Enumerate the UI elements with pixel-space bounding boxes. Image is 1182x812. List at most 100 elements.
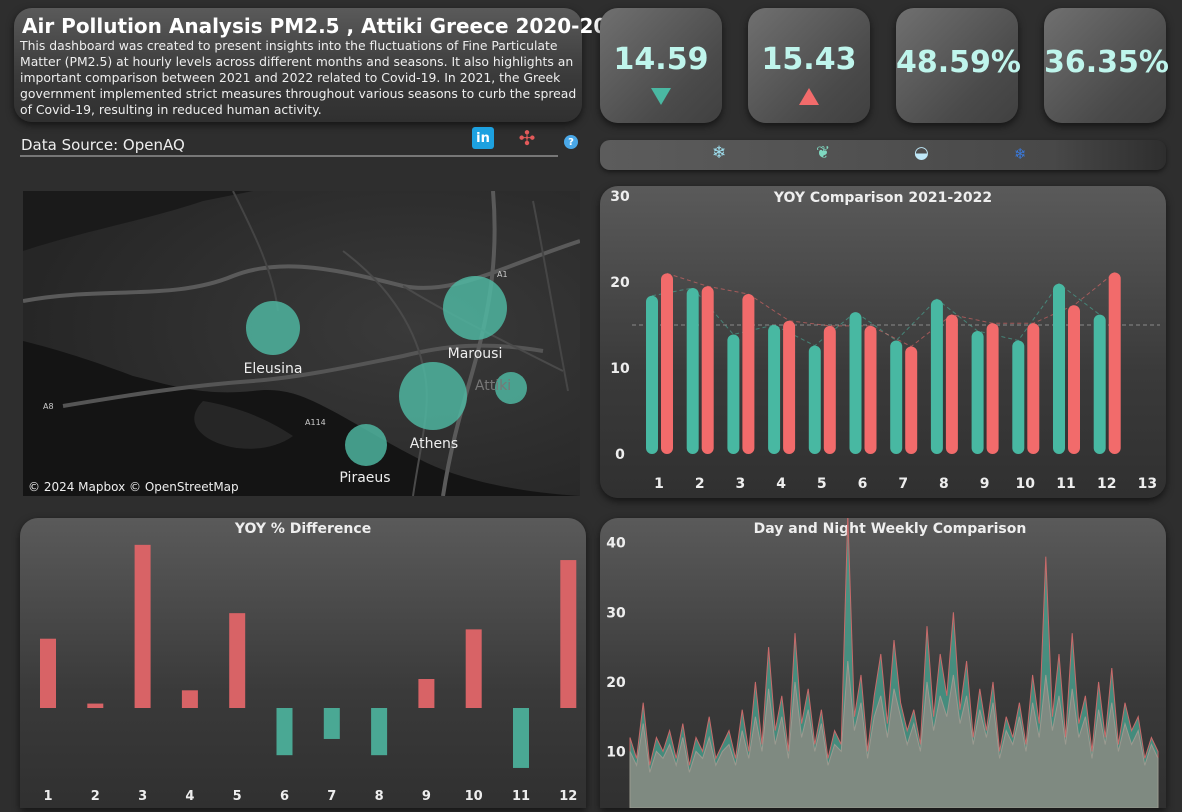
yoy-bar-2022[interactable]	[1108, 272, 1121, 454]
map-canvas[interactable]: A1 A8 A114 Eleusina Marousi Athens Attik…	[23, 191, 580, 496]
city-bubble-athens[interactable]	[399, 362, 467, 430]
city-bubble-marousi[interactable]	[443, 276, 507, 340]
snowflake-icon[interactable]: ❄	[712, 143, 726, 163]
intro-card: Air Pollution Analysis PM2.5 , Attiki Gr…	[14, 8, 635, 122]
diff-bar[interactable]	[323, 708, 340, 739]
yoy-bar-2021[interactable]	[768, 325, 781, 454]
city-bubble-piraeus[interactable]	[345, 424, 387, 466]
yoy-bar-2022[interactable]	[823, 325, 836, 454]
yoy-comparison-card: YOY Comparison 2021-2022 0 10 20 30 1 2 3 4 5 6 7 8…	[600, 186, 1166, 498]
diff-bar[interactable]	[276, 708, 293, 756]
x-tick-label: 6	[280, 789, 289, 804]
yoy-bar-2021[interactable]	[1012, 340, 1025, 454]
city-label-piraeus: Piraeus	[339, 470, 390, 486]
trend-up-icon	[799, 88, 819, 105]
yoy-bar-2022[interactable]	[1068, 305, 1080, 454]
yoy-bar-2021[interactable]	[727, 334, 740, 454]
yoy-bar-2021[interactable]	[646, 295, 658, 454]
yoy-comparison-chart[interactable]: YOY Comparison 2021-2022 01020301 2 3 4 5 6 7 8…	[600, 186, 1166, 498]
x-tick-label: 6	[858, 476, 868, 492]
city-bubble-eleusina[interactable]	[246, 301, 300, 355]
kpi-value: 36.35%	[1044, 45, 1169, 80]
trend-down-icon	[651, 88, 671, 105]
city-label-athens: Athens	[410, 436, 458, 452]
diff-bar[interactable]	[87, 703, 104, 708]
x-tick-label: 9	[422, 789, 431, 804]
yoy-bar-2021[interactable]	[930, 299, 943, 454]
yoy-bar-2022[interactable]	[742, 294, 755, 454]
yoy-bar-2021[interactable]	[971, 331, 984, 454]
kpi-tile-2021[interactable]: 14.59	[600, 8, 722, 123]
source-divider	[20, 155, 558, 157]
yoy-bar-2022[interactable]	[905, 346, 918, 455]
x-tick-label: 9	[980, 476, 990, 492]
x-tick-label: 13	[1138, 476, 1157, 492]
kpi-value: 15.43	[761, 42, 857, 77]
x-tick-label: 4	[776, 476, 786, 492]
yoy-bar-2022[interactable]	[783, 320, 796, 454]
diff-bar[interactable]	[371, 708, 388, 756]
yoy-bar-2021[interactable]	[686, 288, 699, 454]
x-tick-label: 12	[1097, 476, 1116, 492]
y-tick-label: 10	[610, 361, 630, 377]
y-tick-label: 20	[606, 675, 626, 691]
pm25-map[interactable]: A1 A8 A114 Eleusina Marousi Athens Attik…	[23, 191, 580, 496]
diff-bar[interactable]	[513, 708, 529, 768]
snowflake-small-icon[interactable]: ❄	[1014, 145, 1027, 163]
diff-bar[interactable]	[418, 679, 435, 708]
diff-bar[interactable]	[40, 638, 56, 708]
kpi-tile-2022[interactable]: 15.43	[748, 8, 870, 123]
season-filter-bar: ❄ ❦ ◒ ❄	[600, 140, 1166, 170]
kpi-tile-percent-a[interactable]: 48.59%	[896, 8, 1021, 123]
yoy-bar-2021[interactable]	[1093, 314, 1106, 454]
x-tick-label: 8	[375, 789, 384, 804]
diff-bar[interactable]	[134, 544, 151, 708]
linkedin-icon[interactable]: in	[472, 127, 494, 149]
day-night-chart[interactable]: Day and Night Weekly Comparison 10 20 30 40	[600, 514, 1166, 809]
y-tick-label: 40	[606, 536, 626, 552]
x-tick-label: 5	[817, 476, 827, 492]
yoy-bar-2022[interactable]	[701, 286, 714, 454]
dashboard-description: This dashboard was created to present in…	[20, 38, 577, 117]
road-label-a114: A114	[305, 418, 326, 427]
y-tick-label: 0	[615, 447, 625, 463]
city-label-eleusina: Eleusina	[244, 361, 303, 377]
tableau-icon[interactable]: ✣	[516, 126, 538, 150]
y-tick-label: 10	[606, 744, 626, 760]
diff-bar[interactable]	[181, 690, 198, 708]
yoy-bar-2022[interactable]	[945, 314, 958, 454]
yoy-bar-2021[interactable]	[890, 340, 903, 454]
y-tick-label: 30	[606, 605, 626, 621]
day-night-card: Day and Night Weekly Comparison 10 20 30 40	[600, 514, 1166, 809]
chart-title: YOY Comparison 2021-2022	[773, 190, 992, 206]
yoy-diff-card: YOY % Difference 1 2 3 4 5 6 7 8 9 10 11 12	[20, 518, 586, 808]
x-tick-label: 10	[465, 789, 483, 804]
diff-bar[interactable]	[229, 613, 246, 708]
yoy-difference-chart[interactable]: YOY % Difference 1 2 3 4 5 6 7 8 9 10 11 12	[20, 518, 586, 808]
yoy-bar-2021[interactable]	[1053, 283, 1065, 454]
shell-icon[interactable]: ◒	[914, 143, 929, 163]
x-tick-label: 2	[695, 476, 705, 492]
chart-title: YOY % Difference	[234, 521, 371, 537]
yoy-bar-2021[interactable]	[849, 312, 862, 454]
yoy-bar-2021[interactable]	[808, 345, 821, 454]
data-source-label: Data Source: OpenAQ	[21, 136, 185, 154]
yoy-bar-2022[interactable]	[1027, 323, 1040, 454]
x-tick-label: 11	[1056, 476, 1075, 492]
sprout-icon[interactable]: ❦	[816, 143, 830, 163]
city-label-attiki: Attiki	[475, 378, 511, 394]
yoy-bar-2022[interactable]	[661, 273, 673, 454]
yoy-bar-2022[interactable]	[986, 323, 999, 454]
x-tick-label: 3	[736, 476, 746, 492]
diff-bar[interactable]	[560, 560, 577, 708]
y-tick-label: 20	[610, 275, 630, 291]
diff-bar[interactable]	[465, 629, 482, 708]
kpi-tile-percent-b[interactable]: 36.35%	[1044, 8, 1169, 123]
x-tick-label: 1	[654, 476, 664, 492]
yoy-bar-2022[interactable]	[864, 325, 877, 454]
x-tick-label: 4	[185, 789, 194, 804]
info-icon[interactable]: ?	[564, 135, 578, 149]
page-title: Air Pollution Analysis PM2.5 , Attiki Gr…	[22, 14, 636, 38]
x-tick-label: 5	[233, 789, 242, 804]
x-tick-label: 10	[1016, 476, 1036, 492]
